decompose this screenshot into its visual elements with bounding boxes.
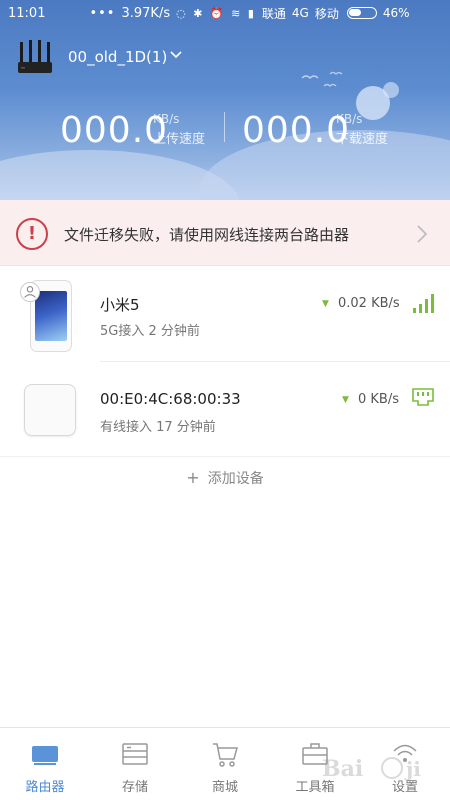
alert-exclamation-icon: ! xyxy=(16,218,48,250)
cart-icon xyxy=(213,743,238,767)
upload-speed-value: 000.0 xyxy=(60,110,169,151)
status-bar: 11:01 ••• 3.97K/s ◌ ✱ ⏰ ≋ ▮ 联通 4G 移动 46% xyxy=(0,0,450,26)
birds-decoration xyxy=(301,71,343,87)
device-item-mi5[interactable]: 小米5 5G接入 2 分钟前 ▼ 0.02 KB/s xyxy=(0,268,450,358)
device-rate: 0.02 KB/s xyxy=(338,296,400,311)
carrier-unicom: 联通 xyxy=(261,6,286,21)
wifi-bars-icon xyxy=(413,294,434,313)
device-name: 小米5 xyxy=(100,296,140,314)
download-arrow-icon: ▼ xyxy=(322,299,329,309)
device-item-wired[interactable]: 00:E0:4C:68:00:33 有线接入 17 分钟前 ▼ 0 KB/s xyxy=(0,360,450,450)
chevron-right-icon[interactable] xyxy=(416,224,428,244)
download-arrow-icon: ▼ xyxy=(342,395,349,405)
battery-icon xyxy=(346,7,377,19)
speed-divider xyxy=(224,112,225,142)
add-device-label: 添加设备 xyxy=(207,471,264,487)
device-name: 00:E0:4C:68:00:33 xyxy=(100,390,241,408)
header: 11:01 ••• 3.97K/s ◌ ✱ ⏰ ≋ ▮ 联通 4G 移动 46%… xyxy=(0,0,450,200)
tab-label: 商城 xyxy=(211,780,238,795)
tab-label: 路由器 xyxy=(25,780,65,795)
status-icons: ◌ ✱ ⏰ ≋ ▮ xyxy=(176,6,256,20)
router-icon xyxy=(32,746,58,765)
download-speed-value: 000.0 xyxy=(242,110,351,151)
list-end-divider xyxy=(0,456,450,457)
balloon-decoration xyxy=(383,82,399,98)
tab-mall[interactable]: 商城 xyxy=(180,728,270,800)
storage-icon xyxy=(122,743,148,765)
alert-message: 文件迁移失败，请使用网线连接两台路由器 xyxy=(64,226,350,244)
router-name[interactable]: 00_old_1D(1) xyxy=(68,48,167,66)
upload-speed-label: 上传速度 xyxy=(153,132,206,147)
chevron-down-icon[interactable] xyxy=(170,50,182,60)
baidu-watermark-logo: Bai ji xyxy=(322,756,421,782)
router-device-icon[interactable] xyxy=(16,38,54,76)
tab-router[interactable]: 路由器 xyxy=(0,728,90,800)
device-connection-info: 有线接入 17 分钟前 xyxy=(100,420,216,435)
battery-percent: 46% xyxy=(382,6,410,20)
download-speed-unit: KB/s xyxy=(336,112,363,126)
status-time: 11:01 xyxy=(8,5,46,21)
svg-text:Bai: Bai xyxy=(322,756,363,782)
notification-dots-icon: ••• xyxy=(89,5,116,21)
carrier-mobile: 移动 xyxy=(314,6,339,21)
lan-port-icon xyxy=(412,388,434,406)
tab-label: 存储 xyxy=(121,780,148,795)
migration-failed-alert[interactable]: ! 文件迁移失败，请使用网线连接两台路由器 xyxy=(0,200,450,266)
tab-storage[interactable]: 存储 xyxy=(90,728,180,800)
plus-icon: + xyxy=(186,468,200,487)
network-speed: 3.97K/s xyxy=(121,5,171,21)
device-rate: 0 KB/s xyxy=(358,392,399,407)
download-speed-label: 下载速度 xyxy=(336,132,389,147)
wired-device-image xyxy=(24,384,76,436)
user-avatar-icon xyxy=(20,282,40,302)
phone-screen xyxy=(35,291,67,341)
svg-text:ji: ji xyxy=(404,757,421,781)
device-connection-info: 5G接入 2 分钟前 xyxy=(100,324,200,339)
upload-speed-unit: KB/s xyxy=(153,112,180,126)
add-device-button[interactable]: + 添加设备 xyxy=(0,468,450,498)
network-type: 4G xyxy=(291,6,309,20)
